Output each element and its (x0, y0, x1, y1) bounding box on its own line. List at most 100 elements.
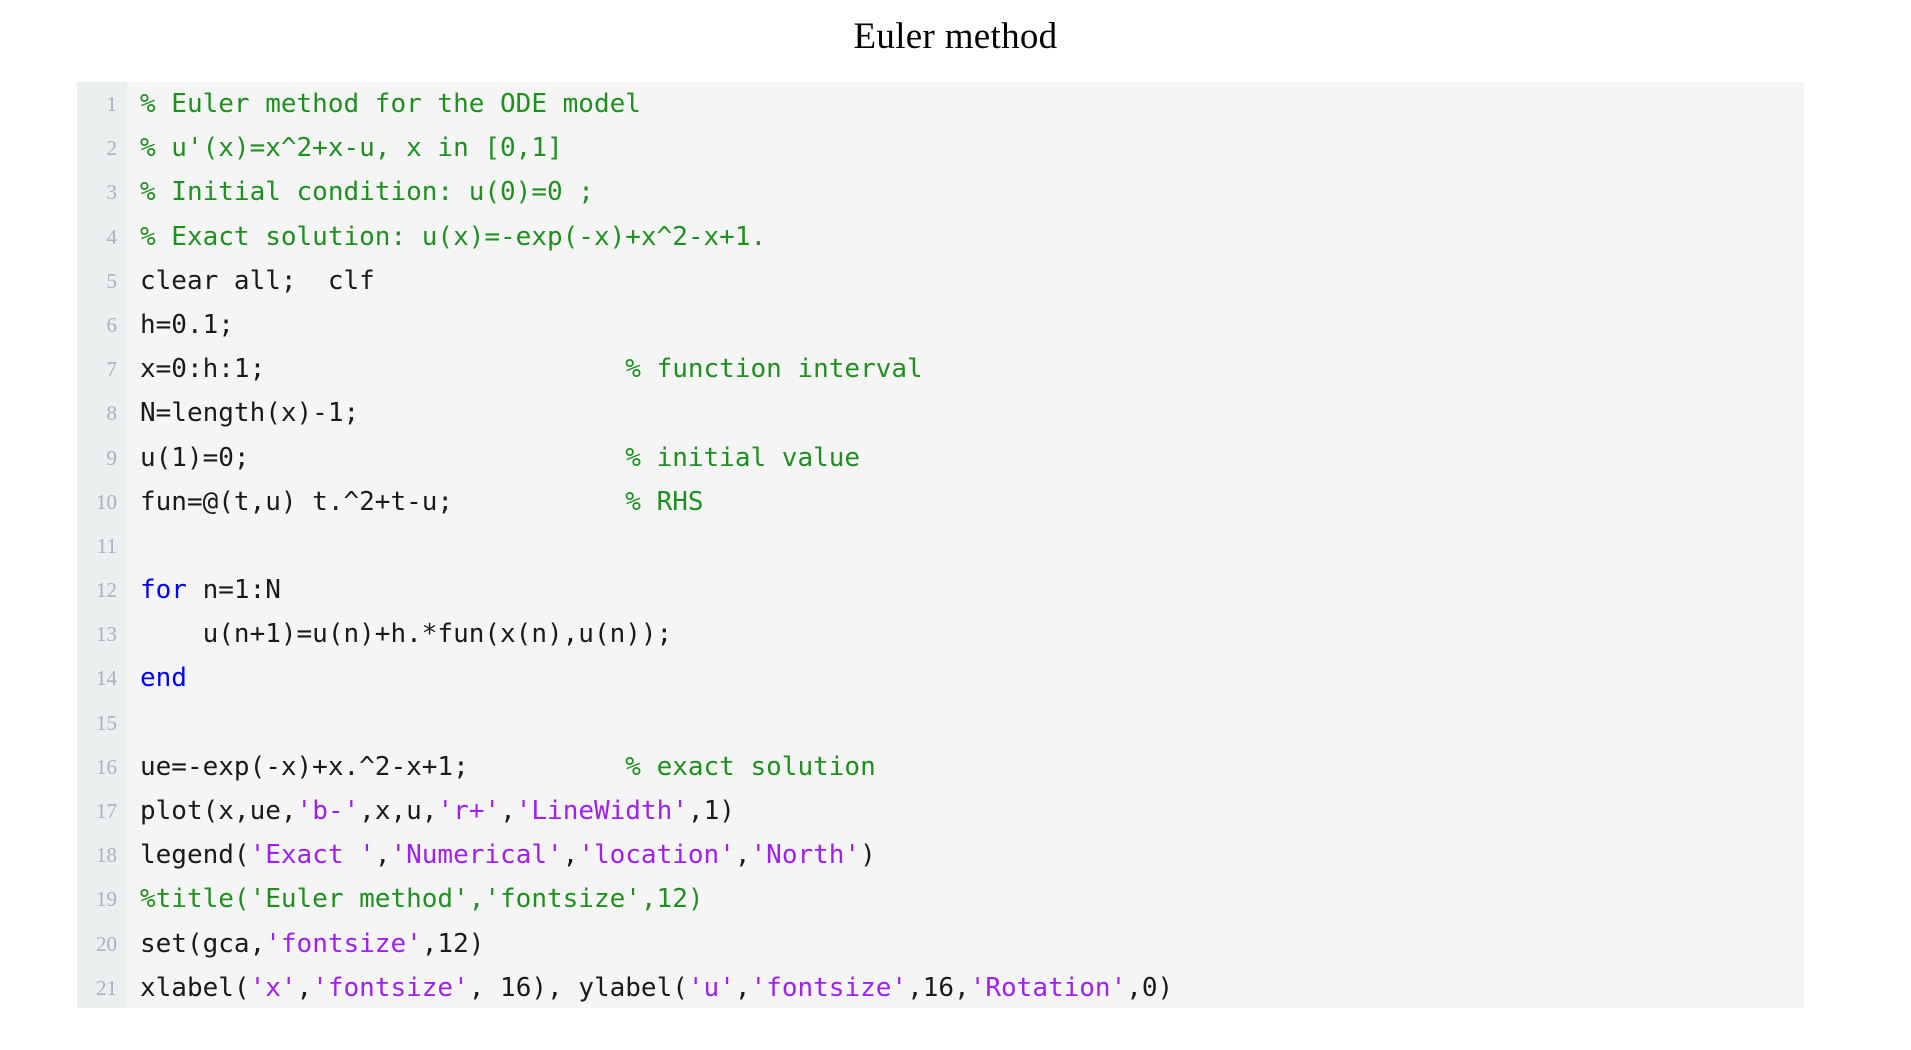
code-token-plain: ,12) (421, 928, 485, 959)
line-number: 15 (96, 710, 117, 735)
code-line: 5 clear all; clf (77, 259, 1804, 303)
line-number: 13 (96, 622, 117, 647)
code-token-plain: set(gca, (140, 928, 266, 959)
line-number: 5 (106, 268, 118, 293)
code-token-comment: %title('Euler method','fontsize',12) (140, 884, 704, 915)
code-token-plain: , (734, 972, 751, 1003)
code-line: 9 u(1)=0; % initial value (77, 436, 1804, 480)
code-token-plain: legend( (140, 840, 250, 871)
code-line-text: % Initial condition: u(0)=0 ; (140, 170, 594, 214)
code-line: 13 u(n+1)=u(n)+h.*fun(x(n),u(n)); (77, 612, 1804, 656)
code-line-text: plot(x,ue,'b-',x,u,'r+','LineWidth',1) (140, 789, 735, 833)
code-line-text: fun=@(t,u) t.^2+t-u; % RHS (140, 480, 704, 524)
code-line: 4 % Exact solution: u(x)=-exp(-x)+x^2-x+1… (77, 215, 1804, 259)
code-line-text: end (140, 656, 187, 700)
line-number: 4 (106, 224, 118, 249)
code-line: 18 legend('Exact ','Numerical','location'… (77, 833, 1804, 877)
page-title: Euler method (853, 16, 1058, 57)
code-line-text: % Euler method for the ODE model (140, 82, 641, 126)
line-number: 19 (96, 887, 117, 912)
code-line: 11 (77, 524, 1804, 568)
code-line-text: set(gca,'fontsize',12) (140, 922, 484, 966)
code-token-comment: % Euler method for the ODE model (140, 89, 641, 119)
code-line-text: legend('Exact ','Numerical','location','… (140, 833, 876, 877)
code-token-string: 'Exact ' (249, 840, 375, 871)
code-token-string: 'Numerical' (390, 840, 563, 871)
code-token-plain: N=length(x)-1; (140, 398, 360, 429)
line-number: 8 (106, 401, 118, 426)
code-token-string: 'location' (578, 840, 735, 871)
code-token-string: 'North' (750, 840, 861, 871)
code-line-text: h=0.1; (140, 303, 234, 347)
code-token-string: 'fontsize' (312, 972, 469, 1003)
code-block: 1 % Euler method for the ODE model 2 % u'(x… (77, 82, 1804, 1008)
code-token-string: 'r+' (437, 796, 501, 826)
code-line: 6 h=0.1; (77, 303, 1804, 347)
code-line: 14 end (77, 656, 1804, 700)
code-token-comment: % Initial condition: u(0)=0 ; (140, 177, 594, 208)
code-token-plain: ,x,u, (359, 796, 438, 826)
code-line: 21 xlabel('x','fontsize', 16), ylabel('u'… (77, 966, 1804, 1008)
code-line-text: N=length(x)-1; (140, 391, 359, 435)
line-number: 18 (96, 843, 117, 868)
code-token-plain: ,1) (687, 796, 735, 826)
code-token-plain: , (374, 840, 391, 871)
code-line: 20 set(gca,'fontsize',12) (77, 922, 1804, 966)
code-token-plain: x=0:h:1; (140, 354, 626, 385)
code-line-text: % Exact solution: u(x)=-exp(-x)+x^2-x+1. (140, 215, 766, 259)
line-number: 16 (96, 754, 117, 779)
code-line: 7 x=0:h:1; % function interval (77, 347, 1804, 391)
code-line: 17 plot(x,ue,'b-',x,u,'r+','LineWidth',1) (77, 789, 1804, 833)
code-token-plain: , (734, 840, 751, 871)
code-line: 19 %title('Euler method','fontsize',12) (77, 877, 1804, 921)
code-line-text: clear all; clf (140, 259, 375, 303)
code-token-keyword: for (140, 575, 187, 606)
code-token-string: 'Rotation' (969, 972, 1127, 1003)
line-number: 7 (106, 357, 118, 382)
code-token-plain: u(n+1)=u(n)+h.*fun(x(n),u(n)); (140, 619, 673, 650)
code-line: 3 % Initial condition: u(0)=0 ; (77, 170, 1804, 214)
code-line: 12 for n=1:N (77, 568, 1804, 612)
line-number: 9 (106, 445, 118, 470)
code-token-comment: % u'(x)=x^2+x-u, x in [0,1] (140, 133, 563, 164)
code-line-text: u(n+1)=u(n)+h.*fun(x(n),u(n)); (140, 612, 673, 656)
code-token-plain: xlabel( (140, 972, 250, 1003)
code-token-string: 'LineWidth' (515, 796, 688, 826)
line-number: 1 (106, 92, 118, 116)
line-number: 20 (96, 931, 117, 956)
code-token-plain: u(1)=0; (140, 442, 626, 473)
code-token-string: 'fontsize' (265, 928, 422, 959)
code-line: 16 ue=-exp(-x)+x.^2-x+1; % exact solution (77, 745, 1804, 789)
code-token-comment: % Exact solution: u(x)=-exp(-x)+x^2-x+1. (140, 221, 767, 252)
code-line-text: x=0:h:1; % function interval (140, 347, 923, 391)
code-token-comment: % initial value (625, 442, 861, 473)
code-line-text: %title('Euler method','fontsize',12) (140, 877, 704, 921)
code-token-plain: ue=-exp(-x)+x.^2-x+1; (140, 751, 626, 782)
line-number: 17 (96, 799, 117, 823)
code-token-plain: ,16, (907, 972, 970, 1003)
code-token-comment: % function interval (625, 354, 923, 385)
code-token-plain: ,0) (1126, 972, 1174, 1003)
code-line-text: % u'(x)=x^2+x-u, x in [0,1] (140, 126, 563, 170)
code-token-plain: , (500, 796, 516, 826)
code-line: 2 % u'(x)=x^2+x-u, x in [0,1] (77, 126, 1804, 170)
code-token-plain: ) (860, 840, 876, 871)
line-number: 3 (106, 180, 118, 205)
code-token-plain: fun=@(t,u) t.^2+t-u; (140, 486, 626, 517)
code-line: 1 % Euler method for the ODE model (77, 82, 1804, 126)
code-token-plain: , 16), ylabel( (468, 972, 688, 1003)
code-token-plain: clear all; clf (140, 265, 375, 296)
code-token-plain: , (562, 840, 579, 871)
line-number: 6 (106, 312, 118, 337)
line-number: 10 (96, 489, 117, 514)
code-line-text: u(1)=0; % initial value (140, 436, 860, 480)
code-token-keyword: end (140, 663, 187, 694)
code-line-text: xlabel('x','fontsize', 16), ylabel('u','… (140, 966, 1173, 1008)
code-token-plain: , (296, 972, 313, 1003)
line-number: 21 (96, 975, 117, 1000)
code-line-text: for n=1:N (140, 568, 281, 612)
line-number: 12 (96, 578, 117, 603)
code-token-plain: h=0.1; (140, 309, 234, 340)
line-number: 11 (96, 533, 117, 558)
code-token-string: 'x' (249, 972, 297, 1003)
